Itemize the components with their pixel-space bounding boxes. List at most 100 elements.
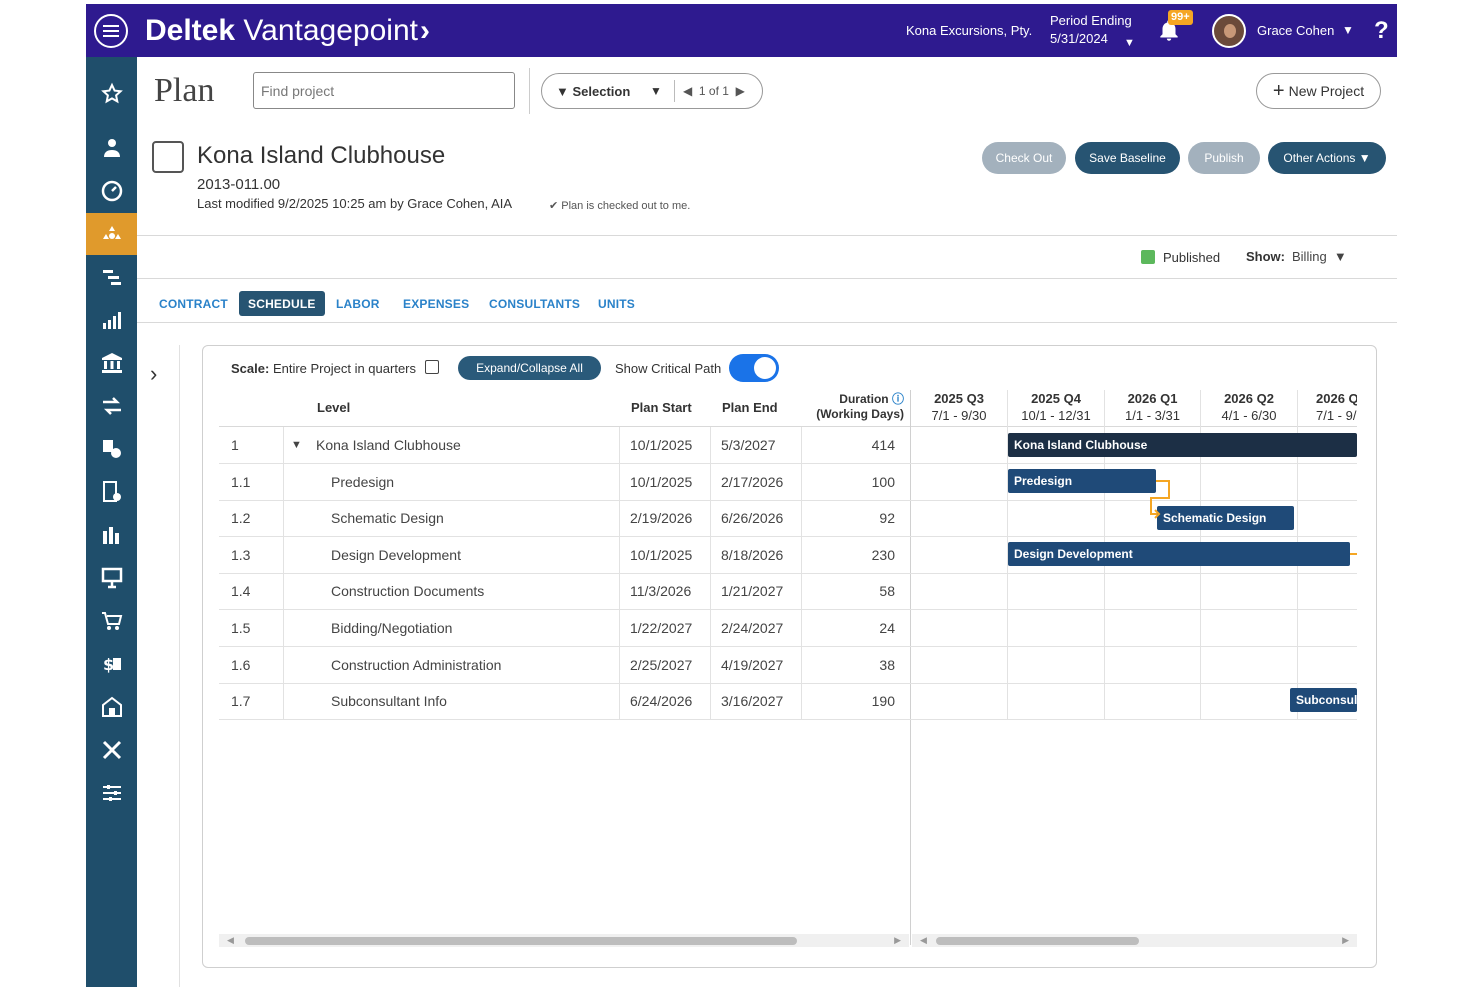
check-out-button[interactable]: Check Out	[982, 142, 1066, 174]
project-name: Kona Island Clubhouse	[197, 142, 446, 169]
checkmark-icon: ✔	[549, 200, 559, 212]
level-name-cell: Design Development	[331, 546, 461, 563]
info-icon: ⓘ	[891, 392, 904, 406]
collapse-caret-icon[interactable]: ▼	[291, 427, 303, 463]
save-baseline-button[interactable]: Save Baseline	[1075, 142, 1180, 174]
left-grid-scrollbar[interactable]: ◀ ▶	[219, 934, 909, 947]
billing-icon[interactable]	[86, 428, 137, 470]
panel-splitter	[179, 345, 180, 987]
duration-cell: 58	[879, 583, 895, 600]
filter-icon: ▼	[556, 84, 569, 99]
settings-icon[interactable]	[86, 772, 137, 814]
edit-scale-icon[interactable]	[425, 360, 439, 374]
notification-badge: 99+	[1168, 10, 1193, 25]
period-label: Period Ending	[1050, 13, 1132, 28]
company-name[interactable]: Kona Excursions, Pty.	[906, 23, 1032, 38]
selection-caret-icon[interactable]: ▼	[650, 84, 662, 98]
hamburger-menu-icon[interactable]	[94, 14, 128, 48]
col-plan-start[interactable]: Plan Start	[631, 400, 692, 415]
other-actions-button[interactable]: Other Actions ▼	[1268, 142, 1386, 174]
period-date: 5/31/2024	[1050, 31, 1108, 46]
next-record-icon[interactable]: ▶	[736, 84, 745, 98]
last-modified: Last modified 9/2/2025 10:25 am by Grace…	[197, 196, 513, 211]
level-name-cell: Predesign	[331, 473, 395, 490]
gantt-bar[interactable]: Design Development	[1008, 542, 1350, 566]
left-nav: $	[86, 57, 137, 987]
contacts-icon[interactable]	[86, 127, 137, 169]
app-window: Deltek Vantagepoint› Kona Excursions, Pt…	[86, 4, 1397, 987]
reports-icon[interactable]	[86, 299, 137, 341]
favorites-icon[interactable]	[86, 73, 137, 115]
gantt-bar[interactable]: Predesign	[1008, 469, 1156, 493]
level-name-cell: Bidding/Negotiation	[331, 620, 453, 636]
resources-icon[interactable]	[86, 514, 137, 556]
duration-cell: 38	[879, 656, 895, 673]
plan-end-cell: 2/24/2027	[721, 620, 784, 636]
expand-collapse-all-button[interactable]: Expand/Collapse All	[458, 356, 601, 380]
publish-button[interactable]: Publish	[1188, 142, 1260, 174]
table-row[interactable]: 1.5 Bidding/Negotiation 1/22/2027 2/24/2027…	[219, 610, 1357, 647]
tab-contract[interactable]: CONTRACT	[159, 291, 228, 316]
quarter-header: 2025 Q3 7/1 - 9/30	[931, 391, 987, 423]
gantt-bar[interactable]: Schematic Design	[1157, 506, 1294, 530]
plan-end-cell: 2/17/2026	[721, 473, 784, 490]
purchasing-icon[interactable]	[86, 600, 137, 642]
gantt-bar-summary[interactable]: Kona Island Clubhouse	[1008, 433, 1357, 457]
new-project-button[interactable]: + New Project	[1256, 73, 1381, 109]
invoices-icon[interactable]	[86, 471, 137, 513]
gantt-bar[interactable]: Subconsultant Info	[1290, 688, 1357, 712]
level-name-cell: Subconsultant Info	[331, 693, 447, 710]
svg-text:$: $	[103, 655, 114, 674]
tab-consultants[interactable]: CONSULTANTS	[489, 291, 580, 316]
table-row[interactable]: 1.4 Construction Documents 11/3/2026 1/21/2…	[219, 573, 1357, 611]
find-project-input[interactable]	[253, 72, 515, 109]
record-pager[interactable]: ◀ 1 of 1 ▶	[683, 84, 745, 98]
plan-end-cell: 5/3/2027	[721, 437, 776, 453]
dashboard-icon[interactable]	[86, 170, 137, 212]
prev-record-icon[interactable]: ◀	[683, 84, 692, 98]
table-row[interactable]: 1.1 Predesign 10/1/2025 2/17/2026 100	[219, 464, 1357, 501]
plan-start-cell: 2/25/2027	[630, 656, 693, 673]
col-level[interactable]: Level	[317, 400, 350, 415]
firm-icon[interactable]	[86, 686, 137, 728]
period-caret-icon: ▼	[1124, 37, 1135, 49]
wbs-cell: 1.4	[231, 583, 251, 600]
selection-dropdown[interactable]: ▼ Selection	[556, 84, 630, 99]
tab-expenses[interactable]: EXPENSES	[403, 291, 469, 316]
table-row[interactable]: 1.6 Construction Administration 2/25/2027 4…	[219, 647, 1357, 684]
wbs-cell: 1.1	[231, 473, 251, 490]
transactions-icon[interactable]	[86, 385, 137, 427]
plan-start-cell: 10/1/2025	[630, 437, 693, 453]
user-name[interactable]: Grace Cohen	[1257, 23, 1334, 38]
accounting-icon[interactable]	[86, 342, 137, 384]
critical-path-toggle[interactable]	[729, 354, 779, 382]
duration-cell: 414	[871, 437, 895, 453]
project-number: 2013-011.00	[197, 176, 281, 193]
show-dropdown[interactable]: Billing ▼	[1292, 249, 1347, 264]
table-row[interactable]: 1.7 Subconsultant Info 6/24/2026 3/16/2027 1…	[219, 683, 1357, 721]
selection-control[interactable]: ▼ Selection ▼ ◀ 1 of 1 ▶	[541, 73, 763, 109]
col-plan-end[interactable]: Plan End	[722, 400, 778, 415]
dependency-connector	[1350, 553, 1357, 555]
wbs-cell: 1.3	[231, 546, 251, 563]
tab-units[interactable]: UNITS	[598, 291, 635, 316]
schedule-icon[interactable]	[86, 256, 137, 298]
plan-start-cell: 1/22/2027	[630, 620, 693, 636]
projects-icon[interactable]	[86, 213, 137, 255]
tab-labor[interactable]: LABOR	[336, 291, 380, 316]
col-duration[interactable]: Duration ⓘ (Working Days)	[813, 392, 904, 422]
tab-schedule[interactable]: SCHEDULE	[239, 291, 325, 316]
quarter-header: 2025 Q4 10/1 - 12/31	[1021, 391, 1091, 423]
tools-icon[interactable]	[86, 729, 137, 771]
user-menu-caret-icon[interactable]: ▼	[1342, 23, 1354, 37]
presentation-icon[interactable]	[86, 557, 137, 599]
help-icon[interactable]: ?	[1374, 17, 1389, 45]
payroll-icon[interactable]: $	[86, 643, 137, 685]
brand-logo[interactable]: Deltek Vantagepoint›	[145, 12, 430, 50]
divider	[137, 278, 1397, 279]
expand-panel-chevron-icon[interactable]: ›	[150, 361, 157, 387]
gantt-scrollbar[interactable]: ◀ ▶	[912, 934, 1357, 947]
avatar[interactable]	[1212, 14, 1246, 48]
period-ending[interactable]: Period Ending 5/31/2024 ▼	[1050, 12, 1135, 49]
wbs-cell: 1.5	[231, 620, 251, 636]
